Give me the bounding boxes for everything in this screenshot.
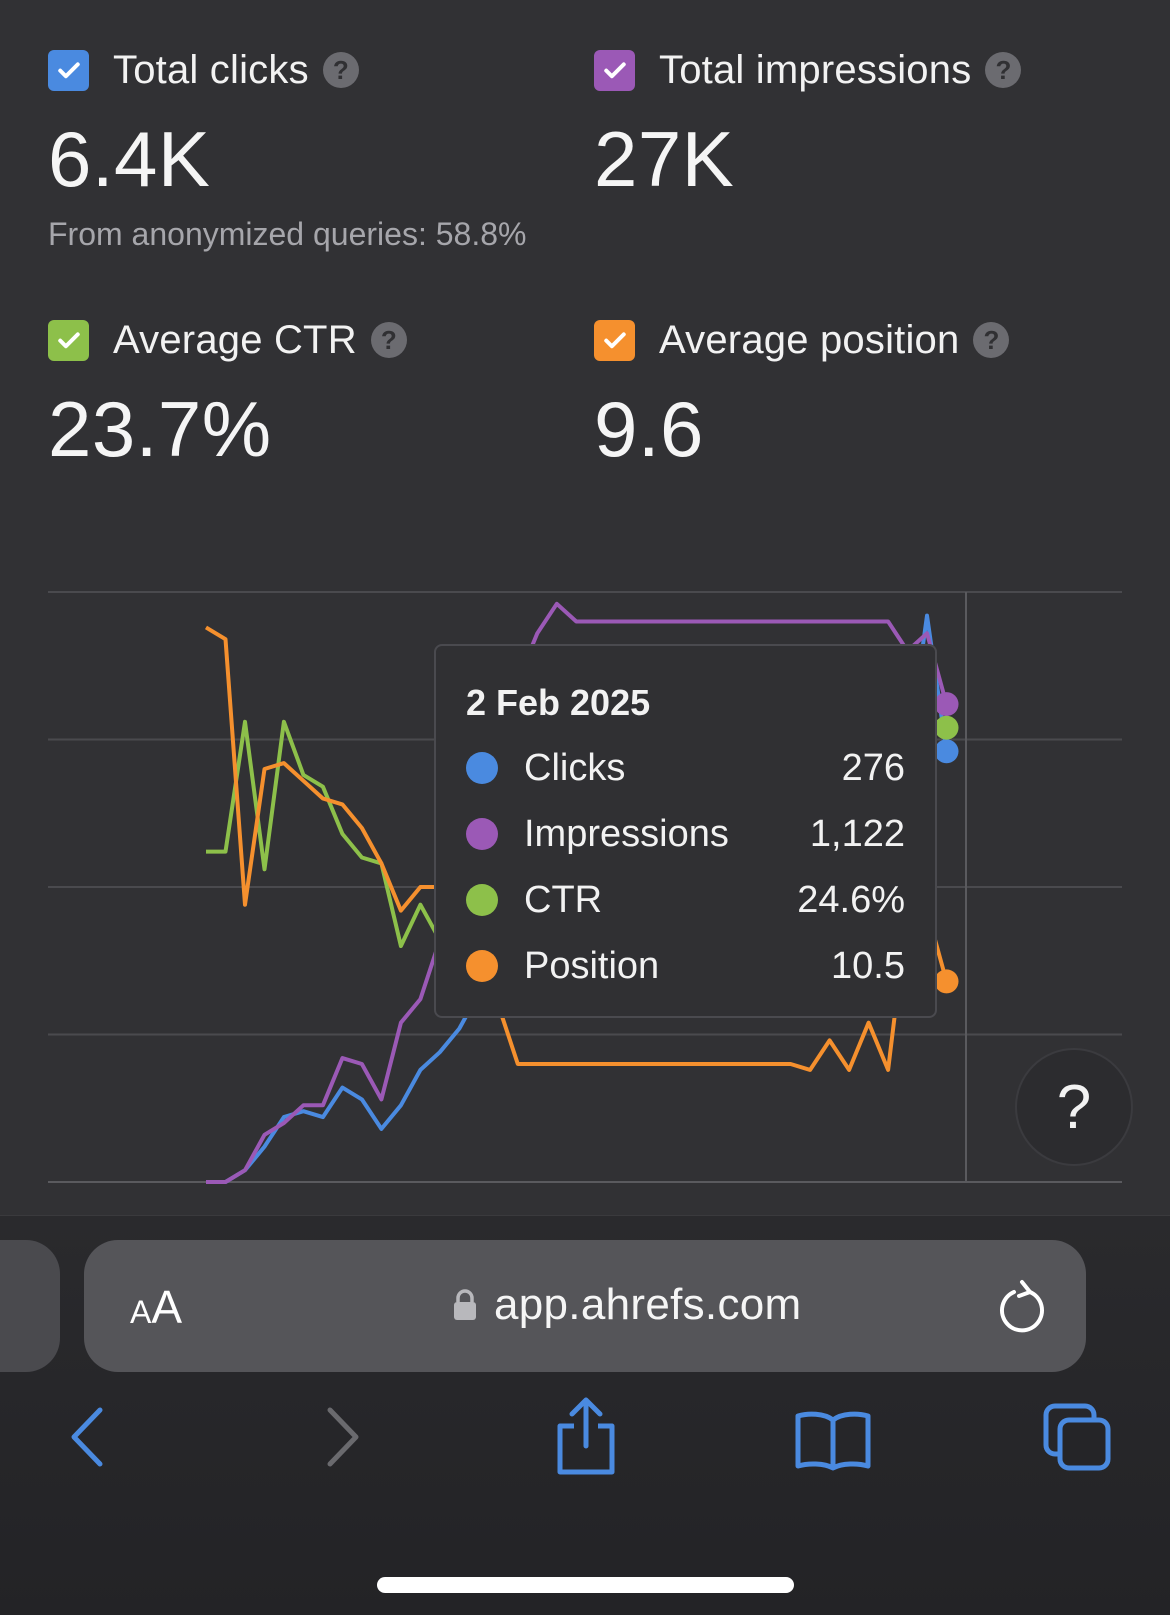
- help-icon[interactable]: ?: [985, 52, 1022, 88]
- metric-total-clicks: Total clicks ? 6.4K: [48, 48, 359, 205]
- tooltip-row-value: 10.5: [831, 944, 905, 987]
- clicks-dot-icon: [466, 752, 498, 784]
- tooltip-row-clicks: Clicks 276: [466, 746, 905, 790]
- tooltip-row-label: Impressions: [524, 812, 729, 855]
- browser-toolbar: AA app.ahrefs.com: [0, 1215, 1170, 1615]
- metric-average-ctr: Average CTR ? 23.7%: [48, 318, 407, 475]
- tooltip-row-value: 276: [841, 746, 905, 789]
- anonymized-queries-note: From anonymized queries: 58.8%: [48, 216, 527, 252]
- tooltip-row-value: 1,122: [809, 812, 905, 855]
- check-icon: [603, 332, 626, 349]
- help-button[interactable]: ?: [1015, 1048, 1133, 1166]
- share-icon[interactable]: [554, 1396, 618, 1478]
- metric-value: 27K: [594, 115, 735, 203]
- hover-point-position: [934, 969, 959, 994]
- previous-tab-pill[interactable]: [0, 1240, 60, 1372]
- metric-label: Total clicks: [113, 47, 309, 92]
- hover-point-ctr: [934, 715, 959, 740]
- metric-total-impressions: Total impressions ? 27K: [594, 47, 1022, 205]
- tooltip-row-label: Clicks: [524, 746, 626, 789]
- tooltip-row-value: 24.6%: [797, 878, 905, 921]
- hover-point-clicks: [934, 739, 959, 764]
- back-icon[interactable]: [68, 1406, 108, 1468]
- impressions-checkbox[interactable]: [594, 49, 635, 91]
- check-icon: [57, 62, 80, 79]
- tooltip-row-ctr: CTR 24.6%: [466, 878, 905, 922]
- tabs-icon[interactable]: [1042, 1402, 1114, 1474]
- hover-point-impressions: [934, 692, 959, 717]
- reader-settings-button[interactable]: AA: [130, 1280, 182, 1334]
- metric-label: Average CTR: [113, 317, 357, 362]
- forward-icon[interactable]: [322, 1406, 362, 1468]
- ctr-dot-icon: [466, 884, 498, 916]
- url-display[interactable]: app.ahrefs.com: [452, 1280, 801, 1330]
- bookmarks-icon[interactable]: [794, 1410, 872, 1472]
- clicks-checkbox[interactable]: [48, 49, 89, 91]
- check-icon: [57, 332, 80, 349]
- help-icon[interactable]: ?: [322, 52, 359, 88]
- url-text: app.ahrefs.com: [494, 1280, 802, 1329]
- metric-label: Average position: [659, 317, 960, 362]
- tooltip-row-position: Position 10.5: [466, 944, 905, 988]
- address-bar[interactable]: AA app.ahrefs.com: [84, 1240, 1086, 1372]
- check-icon: [603, 62, 626, 79]
- tooltip-row-label: Position: [524, 944, 660, 987]
- lock-icon: [454, 1289, 476, 1320]
- ctr-checkbox[interactable]: [48, 319, 89, 361]
- help-icon[interactable]: ?: [370, 322, 407, 358]
- impressions-dot-icon: [466, 818, 498, 850]
- metric-value: 9.6: [594, 385, 704, 473]
- home-indicator: [377, 1577, 794, 1593]
- position-checkbox[interactable]: [594, 319, 635, 361]
- metric-label: Total impressions: [659, 47, 972, 92]
- metric-value: 6.4K: [48, 115, 211, 203]
- tooltip-row-label: CTR: [524, 878, 603, 921]
- tooltip-row-impressions: Impressions 1,122: [466, 812, 905, 856]
- metric-value: 23.7%: [48, 385, 272, 473]
- reload-icon[interactable]: [996, 1278, 1048, 1334]
- help-icon[interactable]: ?: [973, 322, 1010, 358]
- position-dot-icon: [466, 950, 498, 982]
- metric-average-position: Average position ? 9.6: [594, 317, 1010, 475]
- chart-tooltip: 2 Feb 2025 Clicks 276 Impressions 1,122 …: [434, 644, 937, 1018]
- tooltip-date: 2 Feb 2025: [466, 682, 651, 723]
